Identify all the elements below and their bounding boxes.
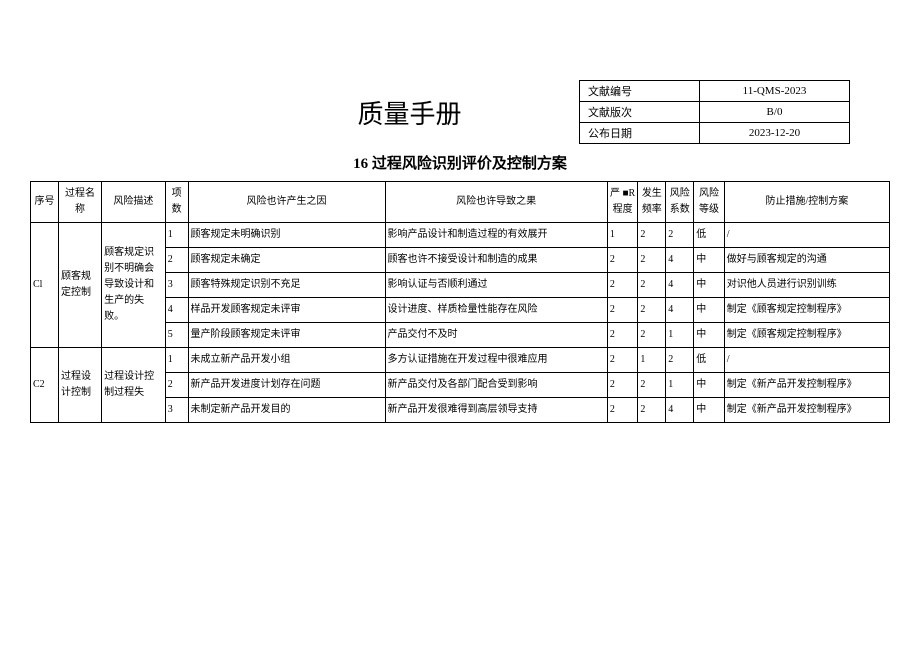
cell-item: 2 — [165, 248, 188, 273]
cell-action: 制定《顾客规定控制程序》 — [724, 323, 889, 348]
cell-effect: 产品交付不及时 — [385, 323, 607, 348]
cell-action: 对识他人员进行识别训练 — [724, 273, 889, 298]
cell-action: 制定《顾客规定控制程序》 — [724, 298, 889, 323]
cell-level: 低 — [694, 348, 724, 373]
cell-coef: 4 — [666, 273, 694, 298]
date-label: 公布日期 — [580, 123, 700, 144]
document-header: 质量手册 文献编号 11-QMS-2023 文献版次 B/0 公布日期 2023… — [70, 80, 850, 144]
doc-no-label: 文献编号 — [580, 81, 700, 102]
cell-effect: 影响产品设计和制造过程的有效展开 — [385, 223, 607, 248]
cell-action: 制定《新产品开发控制程序》 — [724, 373, 889, 398]
cell-freq: 2 — [638, 373, 666, 398]
cell-proc: 顾客规定控制 — [58, 223, 101, 348]
cell-proc: 过程设计控制 — [58, 348, 101, 423]
col-item: 项数 — [165, 182, 188, 223]
cell-freq: 2 — [638, 398, 666, 423]
cell-sev: 2 — [607, 248, 637, 273]
cell-effect: 多方认证措施在开发过程中很难应用 — [385, 348, 607, 373]
cell-action: / — [724, 348, 889, 373]
doc-no-value: 11-QMS-2023 — [700, 81, 850, 102]
header-table: 质量手册 文献编号 11-QMS-2023 文献版次 B/0 公布日期 2023… — [70, 80, 850, 144]
cell-effect: 影响认证与否顺利通过 — [385, 273, 607, 298]
cell-action: 制定《新产品开发控制程序》 — [724, 398, 889, 423]
cell-freq: 1 — [638, 348, 666, 373]
cell-coef: 1 — [666, 373, 694, 398]
cell-item: 3 — [165, 398, 188, 423]
cell-sev: 2 — [607, 373, 637, 398]
table-header-row: 序号 过程名称 风险描述 项数 风险也许产生之因 风险也许导致之果 严 ■R 程… — [31, 182, 890, 223]
cell-cause: 新产品开发进度计划存在问题 — [188, 373, 385, 398]
cell-seq: Cl — [31, 223, 59, 348]
table-row: C2过程设计控制过程设计控制过程失1未成立新产品开发小组多方认证措施在开发过程中… — [31, 348, 890, 373]
col-level: 风险等级 — [694, 182, 724, 223]
cell-effect: 设计进度、样质检量性能存在风险 — [385, 298, 607, 323]
cell-sev: 2 — [607, 298, 637, 323]
cell-desc: 过程设计控制过程失 — [102, 348, 166, 423]
document-title: 质量手册 — [240, 81, 580, 144]
cell-coef: 1 — [666, 323, 694, 348]
col-cause: 风险也许产生之因 — [188, 182, 385, 223]
risk-table: 序号 过程名称 风险描述 项数 风险也许产生之因 风险也许导致之果 严 ■R 程… — [30, 181, 890, 423]
cell-level: 中 — [694, 323, 724, 348]
cell-freq: 2 — [638, 248, 666, 273]
cell-level: 中 — [694, 248, 724, 273]
cell-sev: 2 — [607, 323, 637, 348]
cell-effect: 新产品开发很难得到高层领导支持 — [385, 398, 607, 423]
cell-item: 2 — [165, 373, 188, 398]
cell-item: 1 — [165, 348, 188, 373]
section-title: 16 过程风险识别评价及控制方案 — [30, 152, 890, 173]
cell-sev: 1 — [607, 223, 637, 248]
cell-seq: C2 — [31, 348, 59, 423]
date-value: 2023-12-20 — [700, 123, 850, 144]
cell-freq: 2 — [638, 323, 666, 348]
cell-cause: 未成立新产品开发小组 — [188, 348, 385, 373]
cell-sev: 2 — [607, 273, 637, 298]
col-coef: 风险系数 — [666, 182, 694, 223]
version-value: B/0 — [700, 102, 850, 123]
cell-level: 中 — [694, 273, 724, 298]
cell-freq: 2 — [638, 298, 666, 323]
cell-item: 3 — [165, 273, 188, 298]
cell-cause: 顾客规定未确定 — [188, 248, 385, 273]
table-row: Cl顾客规定控制顾客规定识别不明确会导致设计和生产的失败。1顾客规定未明确识别影… — [31, 223, 890, 248]
cell-coef: 2 — [666, 348, 694, 373]
col-freq: 发生频率 — [638, 182, 666, 223]
col-effect: 风险也许导致之果 — [385, 182, 607, 223]
col-desc: 风险描述 — [102, 182, 166, 223]
cell-sev: 2 — [607, 398, 637, 423]
cell-level: 中 — [694, 373, 724, 398]
col-proc: 过程名称 — [58, 182, 101, 223]
cell-effect: 新产品交付及各部门配合受到影响 — [385, 373, 607, 398]
header-blank — [70, 81, 240, 144]
cell-sev: 2 — [607, 348, 637, 373]
cell-cause: 样品开发顾客规定未评审 — [188, 298, 385, 323]
cell-freq: 2 — [638, 223, 666, 248]
cell-cause: 顾客规定未明确识别 — [188, 223, 385, 248]
cell-action: / — [724, 223, 889, 248]
cell-item: 5 — [165, 323, 188, 348]
col-action: 防止措施/控制方案 — [724, 182, 889, 223]
cell-item: 1 — [165, 223, 188, 248]
cell-level: 中 — [694, 398, 724, 423]
cell-coef: 4 — [666, 398, 694, 423]
cell-effect: 顾客也许不接受设计和制造的成果 — [385, 248, 607, 273]
cell-coef: 2 — [666, 223, 694, 248]
cell-cause: 量产阶段顾客规定未评审 — [188, 323, 385, 348]
cell-coef: 4 — [666, 298, 694, 323]
cell-freq: 2 — [638, 273, 666, 298]
col-seq: 序号 — [31, 182, 59, 223]
cell-item: 4 — [165, 298, 188, 323]
version-label: 文献版次 — [580, 102, 700, 123]
cell-level: 中 — [694, 298, 724, 323]
col-sev: 严 ■R 程度 — [607, 182, 637, 223]
cell-coef: 4 — [666, 248, 694, 273]
cell-desc: 顾客规定识别不明确会导致设计和生产的失败。 — [102, 223, 166, 348]
cell-cause: 未制定新产品开发目的 — [188, 398, 385, 423]
cell-action: 做好与顾客规定的沟通 — [724, 248, 889, 273]
cell-level: 低 — [694, 223, 724, 248]
cell-cause: 顾客特殊规定识别不充足 — [188, 273, 385, 298]
